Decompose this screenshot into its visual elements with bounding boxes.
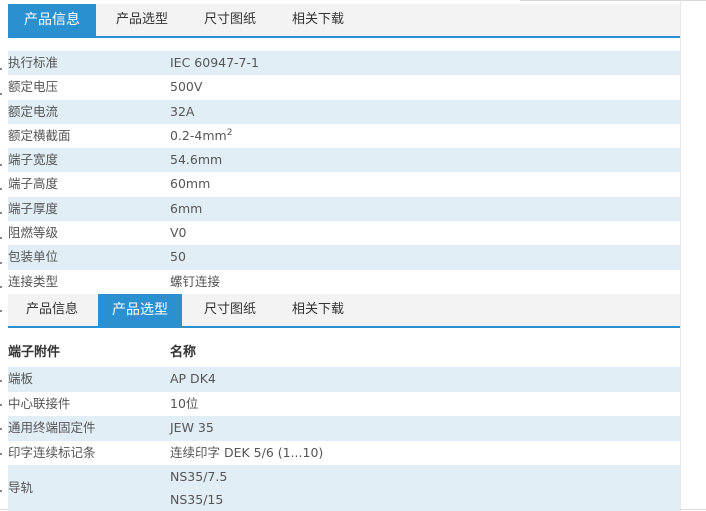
spec-label: 执行标准 xyxy=(8,55,59,70)
spec-value: 32A xyxy=(170,103,195,119)
accessory-value: 连续印字 DEK 5/6 (1...10) xyxy=(170,444,324,460)
superscript: 2 xyxy=(226,127,233,138)
spec-value: 螺钉连接 xyxy=(170,273,221,289)
spec-label: 端子厚度 xyxy=(8,200,59,216)
product-tabs-top: 产品信息 产品选型 尺寸图纸 相关下载 xyxy=(8,4,680,38)
right-border-line xyxy=(680,0,681,511)
spec-row: 额定横截面 0.2-4mm2 xyxy=(8,124,680,148)
spec-value: 54.6mm xyxy=(170,152,223,168)
spec-row: 端子厚度 6mm xyxy=(8,196,680,222)
spec-value: 50 xyxy=(170,249,186,265)
spec-row: 端子高度 60mm xyxy=(8,172,680,196)
accessory-label: 导轨 xyxy=(8,480,34,495)
left-bullet-column xyxy=(0,0,4,511)
spec-label: 额定横截面 xyxy=(8,127,71,143)
accessory-label: 中心联接件 xyxy=(8,395,71,411)
tab-product-info[interactable]: 产品信息 xyxy=(8,4,96,36)
spec-row: 执行标准 IEC 60947-7-1 xyxy=(8,51,680,76)
tab-related-downloads[interactable]: 相关下载 xyxy=(278,294,358,326)
tab-product-info[interactable]: 产品信息 xyxy=(8,294,96,326)
spec-value: 6mm xyxy=(170,200,203,216)
tab-dimension-drawings[interactable]: 尺寸图纸 xyxy=(190,294,270,326)
tab-dimension-drawings[interactable]: 尺寸图纸 xyxy=(190,4,270,36)
product-tabs-selection: 产品信息 产品选型 尺寸图纸 相关下载 xyxy=(8,294,680,328)
accessory-values: NS35/7.5 NS35/15 xyxy=(170,465,227,511)
accessory-value: NS35/15 xyxy=(170,492,224,507)
accessory-label: 端板 xyxy=(8,371,34,386)
accessory-table-header: 端子附件 名称 xyxy=(8,341,680,365)
accessory-row: 通用终端固定件 JEW 35 xyxy=(8,416,680,441)
spec-value: 60mm xyxy=(170,176,211,192)
spec-value: 0.2-4mm xyxy=(170,127,227,143)
spec-label: 包装单位 xyxy=(8,249,59,265)
spec-label: 端子高度 xyxy=(8,176,59,192)
spec-value: 500V xyxy=(170,79,203,95)
spec-row: 连接类型 螺钉连接 xyxy=(8,270,680,294)
accessory-row: 导轨 NS35/7.5 NS35/15 xyxy=(8,465,680,511)
spec-value-with-sup: 0.2-4mm2 xyxy=(170,124,232,148)
spec-row: 阻燃等级 V0 xyxy=(8,221,680,245)
spec-label: 额定电压 xyxy=(8,79,59,95)
tab-product-selection[interactable]: 产品选型 xyxy=(102,4,182,36)
accessory-value: NS35/7.5 xyxy=(170,469,228,484)
spec-row: 额定电流 32A xyxy=(8,99,680,124)
accessory-value: AP DK4 xyxy=(170,371,216,386)
spec-label: 阻燃等级 xyxy=(8,225,59,241)
accessory-row: 印字连续标记条 连续印字 DEK 5/6 (1...10) xyxy=(8,441,680,466)
spec-value: IEC 60947-7-1 xyxy=(170,55,259,70)
accessory-row: 中心联接件 10位 xyxy=(8,392,680,417)
accessory-value: JEW 35 xyxy=(170,420,214,435)
accessory-label: 通用终端固定件 xyxy=(8,420,96,435)
spec-table: 执行标准 IEC 60947-7-1 额定电压 500V 额定电流 32A 额定… xyxy=(8,51,680,294)
spec-label: 额定电流 xyxy=(8,103,59,119)
header-accessory: 端子附件 xyxy=(8,345,61,360)
accessory-table: 端板 AP DK4 中心联接件 10位 通用终端固定件 JEW 35 印字连续标… xyxy=(8,367,680,511)
spec-row: 端子宽度 54.6mm xyxy=(8,148,680,173)
spec-row: 包装单位 50 xyxy=(8,245,680,270)
spec-label: 连接类型 xyxy=(8,273,59,289)
accessory-value: 10位 xyxy=(170,395,199,411)
spec-label: 端子宽度 xyxy=(8,152,59,168)
tab-product-selection[interactable]: 产品选型 xyxy=(98,294,182,326)
top-border-line xyxy=(520,0,706,1)
spec-value: V0 xyxy=(170,225,187,241)
header-name: 名称 xyxy=(170,345,197,360)
accessory-row: 端板 AP DK4 xyxy=(8,367,680,392)
accessory-label: 印字连续标记条 xyxy=(8,444,96,460)
spec-row: 额定电压 500V xyxy=(8,75,680,99)
tab-related-downloads[interactable]: 相关下载 xyxy=(278,4,358,36)
